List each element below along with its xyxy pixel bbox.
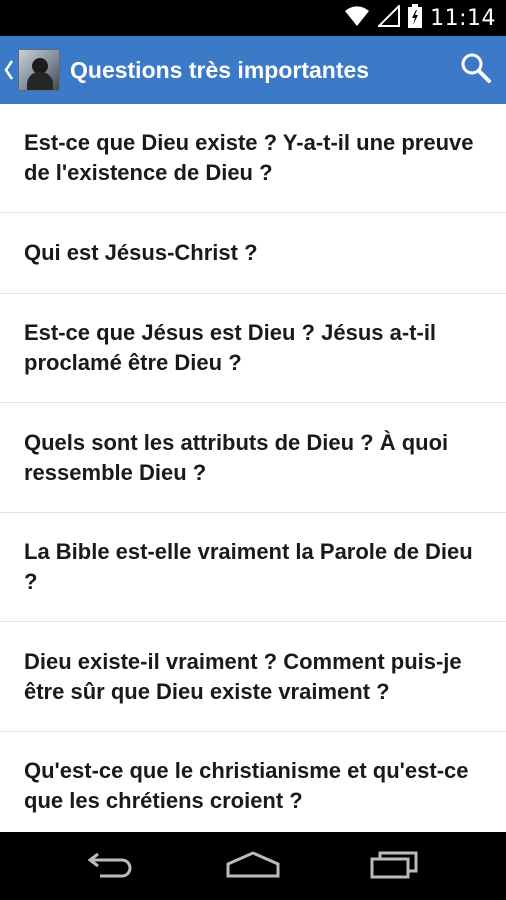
signal-icon xyxy=(376,3,401,32)
search-button[interactable] xyxy=(446,36,506,104)
back-button[interactable] xyxy=(71,836,151,896)
list-item[interactable]: Est-ce que Jésus est Dieu ? Jésus a-t-il… xyxy=(0,294,506,403)
action-bar: Questions très importantes xyxy=(0,36,506,104)
recents-icon xyxy=(370,849,420,884)
list-item[interactable]: Qui est Jésus-Christ ? xyxy=(0,213,506,294)
question-list: Est-ce que Dieu existe ? Y-a-t-il une pr… xyxy=(0,104,506,832)
list-item[interactable]: La Bible est-elle vraiment la Parole de … xyxy=(0,513,506,622)
home-button[interactable] xyxy=(213,836,293,896)
navigation-bar xyxy=(0,832,506,900)
list-item-label: Qui est Jésus-Christ ? xyxy=(24,240,258,265)
wifi-icon xyxy=(344,5,370,32)
search-icon xyxy=(460,52,492,89)
list-item[interactable]: Quels sont les attributs de Dieu ? À quo… xyxy=(0,403,506,513)
page-title: Questions très importantes xyxy=(70,56,370,83)
list-item-label: Est-ce que Dieu existe ? Y-a-t-il une pr… xyxy=(24,130,474,185)
status-bar: 11:14 xyxy=(0,0,506,36)
status-time: 11:14 xyxy=(430,5,496,31)
list-item-label: Est-ce que Jésus est Dieu ? Jésus a-t-il… xyxy=(24,320,437,375)
battery-icon xyxy=(408,3,423,33)
list-item-label: Quels sont les attributs de Dieu ? À quo… xyxy=(24,429,449,485)
list-item[interactable]: Est-ce que Dieu existe ? Y-a-t-il une pr… xyxy=(0,104,506,213)
back-icon xyxy=(86,850,136,883)
list-item[interactable]: Dieu existe-il vraiment ? Comment puis-j… xyxy=(0,622,506,732)
chevron-left-icon[interactable] xyxy=(2,59,16,81)
app-logo[interactable] xyxy=(18,49,60,91)
list-item-label: La Bible est-elle vraiment la Parole de … xyxy=(24,539,473,594)
recents-button[interactable] xyxy=(355,836,435,896)
list-item-label: Qu'est-ce que le christianisme et qu'est… xyxy=(24,758,469,813)
list-item-label: Dieu existe-il vraiment ? Comment puis-j… xyxy=(24,648,462,704)
home-icon xyxy=(225,850,281,883)
list-item[interactable]: Qu'est-ce que le christianisme et qu'est… xyxy=(0,732,506,832)
